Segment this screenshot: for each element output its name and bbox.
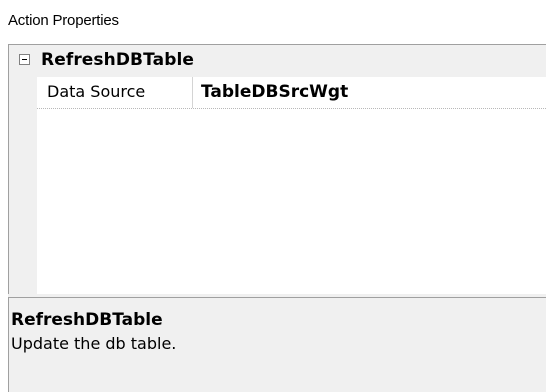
property-value-text: TableDBSrcWgt xyxy=(201,82,349,102)
property-grid-body: Data Source TableDBSrcWgt xyxy=(37,77,546,294)
property-name-cell[interactable]: Data Source xyxy=(37,77,193,108)
action-properties-panel: Action Properties RefreshDBTable Data So… xyxy=(0,0,546,392)
collapse-minus-icon[interactable] xyxy=(19,54,30,65)
property-value-cell[interactable]: TableDBSrcWgt xyxy=(193,77,546,108)
grid-left-margin xyxy=(9,77,37,294)
description-text: Update the db table. xyxy=(11,334,177,353)
description-pane: RefreshDBTable Update the db table. xyxy=(8,297,546,392)
property-grid: RefreshDBTable Data Source TableDBSrcWgt xyxy=(8,44,546,294)
description-title: RefreshDBTable xyxy=(11,310,163,330)
property-name-label: Data Source xyxy=(47,82,146,101)
panel-title: Action Properties xyxy=(8,12,119,29)
property-row-data-source[interactable]: Data Source TableDBSrcWgt xyxy=(37,77,546,109)
category-label: RefreshDBTable xyxy=(41,50,195,70)
category-row-refreshdbtable[interactable]: RefreshDBTable xyxy=(9,45,546,77)
